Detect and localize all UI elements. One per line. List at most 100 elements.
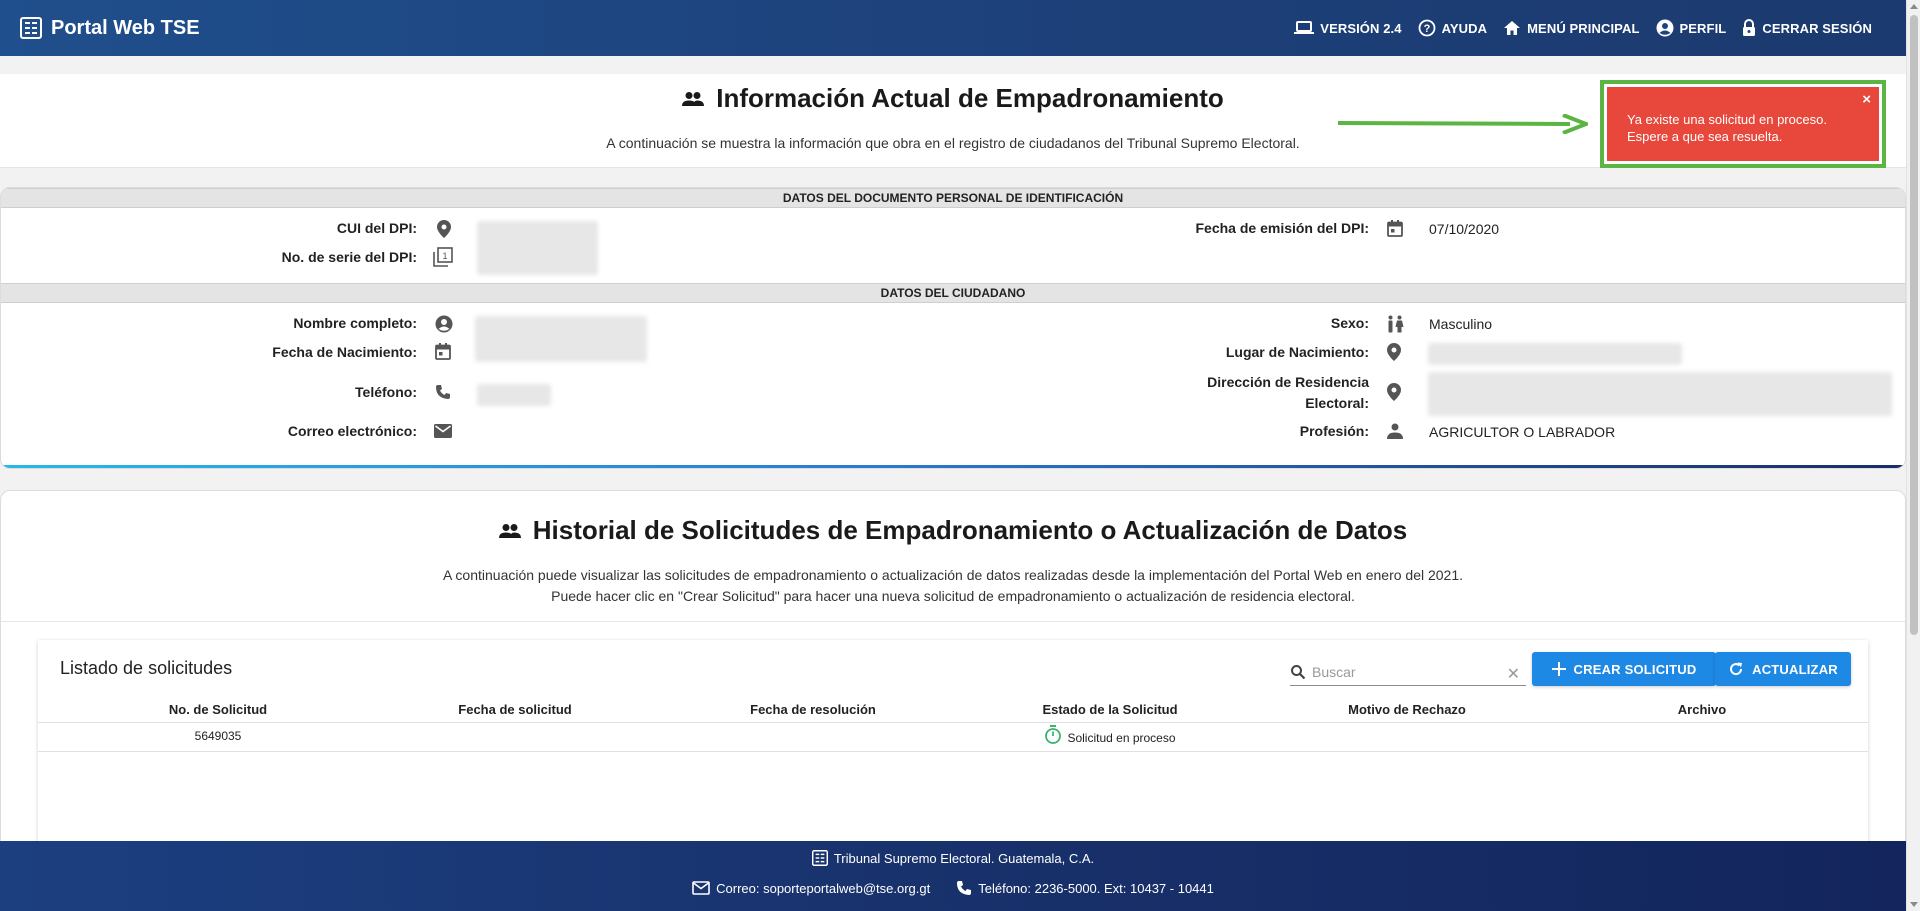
create-request-button[interactable]: CREAR SOLICITUD [1532,652,1716,686]
svg-text:?: ? [1423,23,1430,35]
nav-logout[interactable]: CERRAR SESIÓN [1742,19,1872,37]
col-fecha-resolucion[interactable]: Fecha de resolución [713,702,913,717]
error-toast: × Ya existe una solicitud en proceso. Es… [1607,87,1879,161]
emision-value: 07/10/2020 [1429,221,1500,237]
nacimiento-label: Fecha de Nacimiento: [272,344,417,360]
scroll-thumb[interactable] [1910,15,1918,635]
nav-main-menu-label: MENÚ PRINCIPAL [1527,20,1640,36]
refresh-button[interactable]: ACTUALIZAR [1715,652,1851,686]
clear-search-icon[interactable]: ✕ [1507,664,1520,684]
telefono-label: Teléfono: [355,384,417,400]
timer-icon [1045,725,1062,744]
telefono-redacted-value [477,384,551,406]
nav-profile[interactable]: PERFIL [1656,19,1727,37]
nav-version[interactable]: VERSIÓN 2.4 [1294,20,1401,36]
calendar-icon [1387,220,1403,237]
top-nav: VERSIÓN 2.4 ? AYUDA MENÚ PRINCIPAL PERFI… [1278,19,1872,37]
search-field: ✕ [1290,658,1526,686]
refresh-icon [1730,662,1743,676]
copy-icon: 1 [433,247,453,267]
sexo-value: Masculino [1429,316,1493,332]
toast-highlight: × Ya existe una solicitud en proceso. Es… [1600,80,1886,168]
col-fecha-solicitud[interactable]: Fecha de solicitud [415,702,615,717]
refresh-label: ACTUALIZAR [1752,661,1838,677]
cell-estado: Solicitud en proceso [1010,725,1210,745]
lugar-label: Lugar de Nacimiento: [1225,344,1369,360]
nombre-label: Nombre completo: [293,315,417,331]
lock-icon [1743,19,1756,36]
lugar-redacted-value [1428,343,1682,365]
history-description-1: A continuación puede visualizar las soli… [442,567,1464,583]
brand[interactable]: Portal Web TSE [20,17,200,40]
location-icon [1387,343,1401,361]
direccion-redacted-value [1428,372,1892,416]
plus-icon [1551,662,1566,676]
emision-label: Fecha de emisión del DPI: [1195,220,1370,236]
top-app-bar: Portal Web TSE VERSIÓN 2.4 ? AYUDA MENÚ … [0,0,1906,56]
footer: Tribunal Supremo Electoral. Guatemala, C… [0,841,1906,911]
profesion-label: Profesión: [1299,423,1369,439]
toast-message-line2: Espere a que sea resuelta. [1627,129,1783,144]
nav-help[interactable]: ? AYUDA [1418,19,1488,37]
home-icon [1504,21,1521,35]
nombre-redacted-value [475,316,647,362]
location-icon [437,220,451,238]
scroll-down-arrow-icon[interactable] [1910,902,1918,907]
col-estado[interactable]: Estado de la Solicitud [1010,702,1210,717]
col-archivo[interactable]: Archivo [1602,702,1802,717]
history-title-text: Historial de Solicitudes de Empadronamie… [532,515,1408,545]
dpi-section-band: DATOS DEL DOCUMENTO PERSONAL DE IDENTIFI… [1,188,1905,208]
page-scrollbar[interactable] [1906,0,1920,911]
search-icon [1291,664,1306,679]
footer-phone: Teléfono: 2236-5000. Ext: 10437 - 10441 [978,880,1214,896]
info-card: DATOS DEL DOCUMENTO PERSONAL DE IDENTIFI… [0,187,1906,469]
nav-version-label: VERSIÓN 2.4 [1320,20,1402,36]
footer-org-text: Tribunal Supremo Electoral. Guatemala, C… [833,850,1095,866]
nav-profile-label: PERFIL [1679,20,1727,36]
arrow-right-icon [1338,114,1588,134]
phone-icon [436,385,450,399]
phone-icon [957,881,972,895]
person-icon [1387,423,1403,439]
footer-email[interactable]: Correo: soporteportalweb@tse.org.gt [716,881,930,896]
location-icon [1387,383,1401,401]
info-title-text: Información Actual de Empadronamiento [716,83,1224,113]
status-text: Solicitud en proceso [1067,731,1176,745]
people-icon [498,523,521,538]
serie-label: No. de serie del DPI: [281,249,417,265]
card-accent-bar [1,465,1905,468]
history-divider [1,621,1905,622]
search-input[interactable] [1312,663,1492,680]
wc-icon [1388,315,1404,333]
scroll-up-arrow-icon[interactable] [1910,4,1918,9]
col-motivo[interactable]: Motivo de Rechazo [1307,702,1507,717]
account-circle-icon [435,315,453,333]
cell-numero: 5649035 [194,729,242,743]
nav-main-menu[interactable]: MENÚ PRINCIPAL [1503,20,1639,36]
correo-label: Correo electrónico: [287,423,417,439]
dpi-redacted-value [477,221,598,275]
calendar-icon [435,343,451,360]
account-icon [1656,19,1674,37]
direccion-label-line2: Electoral: [1305,395,1369,411]
nav-logout-label: CERRAR SESIÓN [1762,20,1872,36]
direccion-label: Dirección de Residencia Electoral: [1207,372,1369,414]
citizen-section-band: DATOS DEL CIUDADANO [1,283,1905,303]
list-title: Listado de solicitudes [60,658,233,678]
toast-close-button[interactable]: × [1862,91,1871,108]
tse-logo-icon [20,17,42,39]
table-row[interactable]: 5649035 Solicitud en proceso [38,722,1868,752]
direccion-label-line1: Dirección de Residencia [1207,374,1369,390]
tse-logo-icon [811,850,828,866]
col-numero[interactable]: No. de Solicitud [118,702,318,717]
history-description-2: Puede hacer clic en "Crear Solicitud" pa… [551,588,1355,604]
mail-icon [434,424,452,438]
help-icon: ? [1418,19,1435,37]
people-icon [682,91,705,106]
footer-org: Tribunal Supremo Electoral. Guatemala, C… [0,850,1906,866]
toast-message-line1: Ya existe una solicitud en proceso. [1627,112,1827,127]
mail-outline-icon [692,881,710,895]
laptop-icon [1294,21,1315,34]
cui-label: CUI del DPI: [336,220,417,236]
history-title: Historial de Solicitudes de Empadronamie… [1,515,1905,546]
